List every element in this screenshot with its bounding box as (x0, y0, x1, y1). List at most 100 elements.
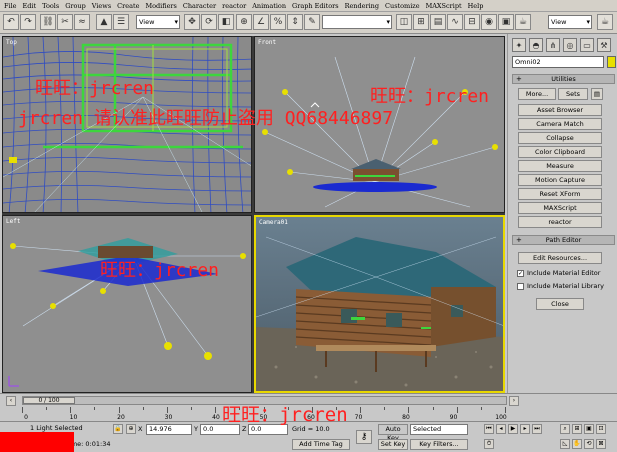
zoom-icon[interactable]: ⌕ (560, 424, 570, 434)
render-scene-icon[interactable]: ▣ (498, 14, 514, 30)
mirror-icon[interactable]: ◫ (396, 14, 412, 30)
angle-snap-icon[interactable]: ∠ (253, 14, 269, 30)
zoom-all-icon[interactable]: ⊞ (572, 424, 582, 434)
motion-tab-icon[interactable]: ◎ (563, 38, 577, 52)
utility-maxscript[interactable]: MAXScript (518, 202, 602, 214)
quick-render-icon[interactable]: ☕ (515, 14, 531, 30)
menu-modifiers[interactable]: Modifiers (145, 2, 176, 10)
menu-graph-editors[interactable]: Graph Editors (292, 2, 339, 10)
key-filters-button[interactable]: Key Filters... (410, 439, 468, 450)
align-icon[interactable]: ⊞ (413, 14, 429, 30)
next-frame-icon[interactable]: › (509, 396, 519, 406)
utility-reset-xform[interactable]: Reset XForm (518, 188, 602, 200)
menu-create[interactable]: Create (117, 2, 139, 10)
key-filter-dropdown[interactable]: Selected (410, 424, 468, 435)
select-scale-icon[interactable]: ◧ (218, 14, 234, 30)
menu-file[interactable]: File (4, 2, 17, 10)
viewport-left-label[interactable]: Left (6, 218, 20, 225)
selection-filter-dropdown[interactable]: View (136, 15, 180, 29)
layer-manager-icon[interactable]: ▤ (430, 14, 446, 30)
curve-editor-icon[interactable]: ∿ (447, 14, 463, 30)
modify-tab-icon[interactable]: ◓ (529, 38, 543, 52)
auto-key-button[interactable]: Auto Key (378, 424, 408, 442)
menu-maxscript[interactable]: MAXScript (426, 2, 462, 10)
viewport-front[interactable]: Front (254, 36, 505, 213)
named-selection-dropdown[interactable] (322, 15, 392, 29)
select-object-icon[interactable]: ▲ (96, 14, 112, 30)
lock-selection-icon[interactable]: 🔒 (113, 424, 123, 434)
viewport-top-label[interactable]: Top (6, 39, 17, 46)
more-button[interactable]: More... (518, 88, 556, 100)
menu-rendering[interactable]: Rendering (345, 2, 379, 10)
include-material-editor-checkbox[interactable]: ✓ Include Material Editor (517, 269, 600, 277)
menu-edit[interactable]: Edit (23, 2, 37, 10)
time-config-icon[interactable]: ⏱ (484, 439, 494, 449)
configure-sets-icon[interactable]: ▤ (591, 88, 603, 100)
viewport-left[interactable]: Left (2, 215, 252, 393)
previous-key-icon[interactable]: ◂ (496, 424, 506, 434)
zoom-extents-all-icon[interactable]: ⊡ (596, 424, 606, 434)
zoom-extents-icon[interactable]: ▣ (584, 424, 594, 434)
time-slider[interactable]: 0 / 100 (22, 396, 507, 405)
display-tab-icon[interactable]: ▭ (580, 38, 594, 52)
bind-space-warp-icon[interactable]: ≈ (74, 14, 90, 30)
include-material-library-checkbox[interactable]: Include Material Library (517, 282, 604, 290)
time-ruler[interactable]: 0 10 20 30 40 50 60 70 80 90 100 (22, 407, 507, 421)
utilities-rollout-header[interactable]: Utilities (512, 74, 615, 84)
maximize-viewport-icon[interactable]: ⊠ (596, 439, 606, 449)
menu-character[interactable]: Character (183, 2, 216, 10)
select-link-icon[interactable]: ⛓ (40, 14, 56, 30)
prev-frame-icon[interactable]: ‹ (6, 396, 16, 406)
add-time-tag-button[interactable]: Add Time Tag (292, 439, 350, 450)
go-to-end-icon[interactable]: ⏭ (532, 424, 542, 434)
undo-icon[interactable]: ↶ (3, 14, 19, 30)
viewport-front-label[interactable]: Front (258, 39, 276, 46)
menu-views[interactable]: Views (92, 2, 111, 10)
select-move-icon[interactable]: ✥ (184, 14, 200, 30)
material-editor-icon[interactable]: ◉ (481, 14, 497, 30)
object-color-swatch[interactable] (607, 56, 616, 68)
go-to-start-icon[interactable]: ⏮ (484, 424, 494, 434)
viewport-top[interactable]: Top (2, 36, 252, 213)
sets-button[interactable]: Sets (558, 88, 588, 100)
select-by-name-icon[interactable]: ☰ (113, 14, 129, 30)
x-coordinate-field[interactable]: 14.976 (146, 424, 192, 435)
viewport-camera[interactable]: Camera01 (254, 215, 505, 393)
close-button[interactable]: Close (536, 298, 584, 310)
spinner-snap-icon[interactable]: ⇕ (287, 14, 303, 30)
utilities-tab-icon[interactable]: ⚒ (597, 38, 611, 52)
select-rotate-icon[interactable]: ⟳ (201, 14, 217, 30)
path-editor-rollout-header[interactable]: Path Editor (512, 235, 615, 245)
y-coordinate-field[interactable]: 0.0 (200, 424, 240, 435)
set-key-button[interactable]: Set Key (378, 439, 408, 450)
utility-reactor[interactable]: reactor (518, 216, 602, 228)
orbit-icon[interactable]: ⟲ (584, 439, 594, 449)
pan-icon[interactable]: ✋ (572, 439, 582, 449)
utility-measure[interactable]: Measure (518, 160, 602, 172)
schematic-view-icon[interactable]: ⊟ (464, 14, 480, 30)
utility-asset-browser[interactable]: Asset Browser (518, 104, 602, 116)
unlink-icon[interactable]: ✂ (57, 14, 73, 30)
named-selection-icon[interactable]: ✎ (304, 14, 320, 30)
redo-icon[interactable]: ↷ (20, 14, 36, 30)
key-icon[interactable]: ⚷ (356, 430, 372, 444)
object-name-field[interactable]: Omni02 (512, 56, 604, 68)
coord-system-dropdown[interactable]: View (548, 15, 592, 29)
utility-collapse[interactable]: Collapse (518, 132, 602, 144)
z-coordinate-field[interactable]: 0.0 (248, 424, 288, 435)
menu-group[interactable]: Group (65, 2, 86, 10)
utility-motion-capture[interactable]: Motion Capture (518, 174, 602, 186)
field-of-view-icon[interactable]: ◺ (560, 439, 570, 449)
render-last-icon[interactable]: ☕ (597, 14, 613, 30)
menu-tools[interactable]: Tools (42, 2, 59, 10)
snap-toggle-icon[interactable]: ⊕ (236, 14, 252, 30)
menu-reactor[interactable]: reactor (222, 2, 246, 10)
absolute-mode-icon[interactable]: ⊕ (126, 424, 136, 434)
percent-snap-icon[interactable]: % (270, 14, 286, 30)
edit-resources-button[interactable]: Edit Resources... (518, 252, 602, 264)
utility-color-clipboard[interactable]: Color Clipboard (518, 146, 602, 158)
menu-help[interactable]: Help (468, 2, 484, 10)
menu-customize[interactable]: Customize (385, 2, 420, 10)
next-key-icon[interactable]: ▸ (520, 424, 530, 434)
time-slider-thumb[interactable]: 0 / 100 (23, 397, 75, 404)
